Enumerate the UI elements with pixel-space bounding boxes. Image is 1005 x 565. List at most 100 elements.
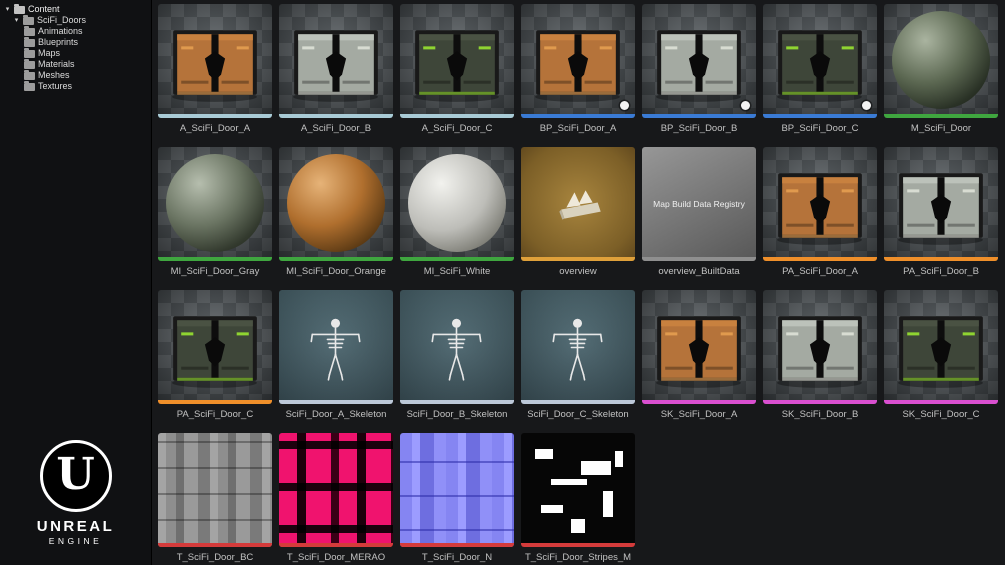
door-preview	[293, 30, 378, 102]
asset-type-color-bar	[763, 400, 877, 404]
material-sphere-preview	[287, 154, 385, 252]
tree-item-maps[interactable]: Maps	[4, 47, 147, 59]
tree-item-meshes[interactable]: Meshes	[4, 69, 147, 81]
asset-thumbnail	[400, 147, 514, 261]
asset-thumbnail	[763, 4, 877, 118]
asset-thumbnail	[279, 4, 393, 118]
asset-tile[interactable]: T_SciFi_Door_N	[400, 433, 514, 564]
asset-type-color-bar	[279, 400, 393, 404]
asset-tile[interactable]: PA_SciFi_Door_C	[158, 290, 272, 421]
asset-tile[interactable]: A_SciFi_Door_B	[279, 4, 393, 135]
asset-type-color-bar	[763, 257, 877, 261]
asset-tile[interactable]: BP_SciFi_Door_A	[521, 4, 635, 135]
asset-thumbnail	[763, 290, 877, 404]
tree-label-textures: Textures	[38, 81, 73, 91]
asset-tile[interactable]: SK_SciFi_Door_A	[642, 290, 756, 421]
asset-thumbnail	[642, 4, 756, 118]
asset-tile[interactable]: A_SciFi_Door_A	[158, 4, 272, 135]
tree-item-content[interactable]: ▾ Content	[4, 3, 147, 15]
asset-thumbnail	[158, 147, 272, 261]
asset-thumbnail	[400, 290, 514, 404]
folder-icon	[24, 47, 35, 58]
level-preview	[559, 190, 601, 220]
door-preview	[898, 316, 983, 388]
asset-thumbnail	[279, 147, 393, 261]
folder-icon	[24, 36, 35, 47]
door-preview	[535, 30, 620, 102]
asset-thumbnail	[400, 433, 514, 547]
asset-tile[interactable]: BP_SciFi_Door_B	[642, 4, 756, 135]
tree-item-textures[interactable]: Textures	[4, 80, 147, 92]
folder-tree: ▾ Content ▾ SciFi_Doors Animations Bluep…	[0, 0, 151, 96]
asset-name-label: A_SciFi_Door_A	[179, 123, 251, 134]
asset-name-label: SciFi_Door_A_Skeleton	[285, 409, 387, 420]
tree-item-materials[interactable]: Materials	[4, 58, 147, 70]
asset-tile[interactable]: M_SciFi_Door	[884, 4, 998, 135]
asset-tile[interactable]: SK_SciFi_Door_B	[763, 290, 877, 421]
folder-icon	[24, 80, 35, 91]
asset-thumbnail: Map Build Data Registry	[642, 147, 756, 261]
asset-name-label: T_SciFi_Door_Stripes_M	[524, 552, 632, 563]
door-preview	[172, 316, 257, 388]
asset-name-label: MI_SciFi_Door_Orange	[286, 266, 386, 277]
asset-status-badge	[620, 101, 629, 110]
asset-tile[interactable]: SciFi_Door_A_Skeleton	[279, 290, 393, 421]
door-preview	[414, 30, 499, 102]
unreal-logo-text: UNREAL	[36, 518, 115, 535]
expand-arrow-icon[interactable]: ▾	[4, 4, 11, 15]
asset-name-label: MI_SciFi_White	[423, 266, 491, 277]
asset-name-label: SK_SciFi_Door_B	[781, 409, 859, 420]
tree-label-scifi-doors: SciFi_Doors	[37, 15, 87, 25]
asset-name-label: MI_SciFi_Door_Gray	[170, 266, 260, 277]
asset-type-color-bar	[521, 400, 635, 404]
asset-name-label: BP_SciFi_Door_A	[539, 123, 617, 134]
asset-tile[interactable]: MI_SciFi_White	[400, 147, 514, 278]
asset-tile[interactable]: BP_SciFi_Door_C	[763, 4, 877, 135]
asset-tile[interactable]: MI_SciFi_Door_Orange	[279, 147, 393, 278]
asset-type-color-bar	[158, 543, 272, 547]
asset-tile[interactable]: MI_SciFi_Door_Gray	[158, 147, 272, 278]
door-preview	[656, 316, 741, 388]
folder-icon	[24, 69, 35, 80]
asset-tile[interactable]: SciFi_Door_C_Skeleton	[521, 290, 635, 421]
expand-arrow-icon[interactable]: ▾	[13, 15, 20, 26]
tree-item-blueprints[interactable]: Blueprints	[4, 36, 147, 48]
asset-tile[interactable]: PA_SciFi_Door_A	[763, 147, 877, 278]
asset-type-color-bar	[884, 257, 998, 261]
door-preview	[777, 30, 862, 102]
asset-type-color-bar	[158, 257, 272, 261]
asset-thumbnail	[521, 147, 635, 261]
asset-tile[interactable]: T_SciFi_Door_MERAO	[279, 433, 393, 564]
asset-type-color-bar	[763, 114, 877, 118]
asset-thumbnail	[521, 433, 635, 547]
asset-status-badge	[862, 101, 871, 110]
built-data-label: Map Build Data Registry	[653, 199, 745, 209]
content-browser-sidebar: ▾ Content ▾ SciFi_Doors Animations Bluep…	[0, 0, 152, 565]
asset-tile[interactable]: A_SciFi_Door_C	[400, 4, 514, 135]
asset-tile[interactable]: Map Build Data Registry overview_BuiltDa…	[642, 147, 756, 278]
asset-type-color-bar	[400, 257, 514, 261]
asset-type-color-bar	[884, 400, 998, 404]
skeleton-preview	[310, 318, 361, 381]
tree-item-animations[interactable]: Animations	[4, 25, 147, 37]
asset-tile[interactable]: overview	[521, 147, 635, 278]
asset-name-label: T_SciFi_Door_BC	[176, 552, 254, 563]
asset-type-color-bar	[279, 257, 393, 261]
asset-tile[interactable]: SK_SciFi_Door_C	[884, 290, 998, 421]
skeleton-preview	[431, 318, 482, 381]
asset-tile[interactable]: PA_SciFi_Door_B	[884, 147, 998, 278]
folder-icon	[14, 3, 25, 14]
asset-type-color-bar	[521, 257, 635, 261]
asset-name-label: overview_BuiltData	[658, 266, 740, 277]
asset-tile[interactable]: T_SciFi_Door_Stripes_M	[521, 433, 635, 564]
asset-thumbnail	[884, 147, 998, 261]
asset-type-color-bar	[279, 543, 393, 547]
asset-status-badge	[741, 101, 750, 110]
folder-icon	[24, 25, 35, 36]
asset-tile[interactable]: SciFi_Door_B_Skeleton	[400, 290, 514, 421]
asset-tile[interactable]: T_SciFi_Door_BC	[158, 433, 272, 564]
tree-label-meshes: Meshes	[38, 70, 70, 80]
door-preview	[172, 30, 257, 102]
asset-thumbnail	[279, 433, 393, 547]
tree-item-scifi-doors[interactable]: ▾ SciFi_Doors	[4, 14, 147, 26]
